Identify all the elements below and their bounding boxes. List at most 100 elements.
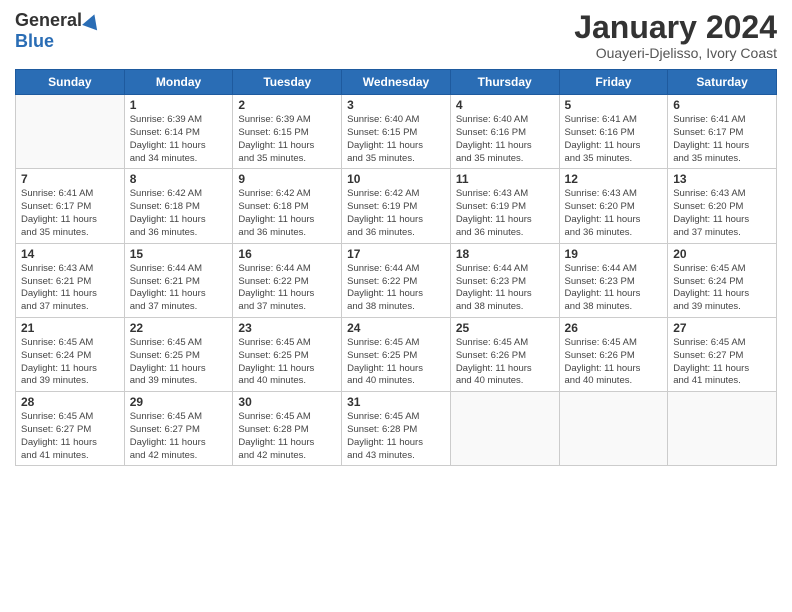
day-info: Sunrise: 6:41 AM Sunset: 6:17 PM Dayligh… — [673, 114, 771, 165]
day-info: Sunrise: 6:45 AM Sunset: 6:27 PM Dayligh… — [673, 337, 771, 388]
day-info: Sunrise: 6:39 AM Sunset: 6:14 PM Dayligh… — [130, 114, 228, 165]
weekday-header-cell: Wednesday — [342, 70, 451, 95]
day-info: Sunrise: 6:41 AM Sunset: 6:16 PM Dayligh… — [565, 114, 663, 165]
date-number: 24 — [347, 321, 445, 335]
day-info: Sunrise: 6:41 AM Sunset: 6:17 PM Dayligh… — [21, 188, 119, 239]
page: General Blue January 2024 Ouayeri-Djelis… — [0, 0, 792, 612]
date-number: 27 — [673, 321, 771, 335]
day-info: Sunrise: 6:45 AM Sunset: 6:25 PM Dayligh… — [238, 337, 336, 388]
subtitle: Ouayeri-Djelisso, Ivory Coast — [574, 45, 777, 61]
date-number: 17 — [347, 247, 445, 261]
calendar-cell: 25 Sunrise: 6:45 AM Sunset: 6:26 PM Dayli… — [450, 317, 559, 391]
calendar-cell: 6 Sunrise: 6:41 AM Sunset: 6:17 PM Daylig… — [668, 95, 777, 169]
calendar-cell: 27 Sunrise: 6:45 AM Sunset: 6:27 PM Dayli… — [668, 317, 777, 391]
calendar-cell: 30 Sunrise: 6:45 AM Sunset: 6:28 PM Dayli… — [233, 392, 342, 466]
weekday-header-cell: Tuesday — [233, 70, 342, 95]
calendar-cell: 17 Sunrise: 6:44 AM Sunset: 6:22 PM Dayli… — [342, 243, 451, 317]
calendar-cell: 28 Sunrise: 6:45 AM Sunset: 6:27 PM Dayli… — [16, 392, 125, 466]
calendar-cell: 5 Sunrise: 6:41 AM Sunset: 6:16 PM Daylig… — [559, 95, 668, 169]
title-section: January 2024 Ouayeri-Djelisso, Ivory Coa… — [574, 10, 777, 61]
day-info: Sunrise: 6:44 AM Sunset: 6:22 PM Dayligh… — [347, 263, 445, 314]
calendar-cell: 4 Sunrise: 6:40 AM Sunset: 6:16 PM Daylig… — [450, 95, 559, 169]
date-number: 2 — [238, 98, 336, 112]
header: General Blue January 2024 Ouayeri-Djelis… — [15, 10, 777, 61]
date-number: 30 — [238, 395, 336, 409]
day-info: Sunrise: 6:44 AM Sunset: 6:23 PM Dayligh… — [565, 263, 663, 314]
weekday-header-cell: Friday — [559, 70, 668, 95]
calendar-cell: 3 Sunrise: 6:40 AM Sunset: 6:15 PM Daylig… — [342, 95, 451, 169]
calendar-cell: 8Sunrise: 6:42 AM Sunset: 6:18 PM Daylig… — [124, 169, 233, 243]
day-info: Sunrise: 6:45 AM Sunset: 6:26 PM Dayligh… — [565, 337, 663, 388]
day-info: Sunrise: 6:42 AM Sunset: 6:18 PM Dayligh… — [238, 188, 336, 239]
calendar-cell: 19 Sunrise: 6:44 AM Sunset: 6:23 PM Dayli… — [559, 243, 668, 317]
calendar-week-row: 28 Sunrise: 6:45 AM Sunset: 6:27 PM Dayli… — [16, 392, 777, 466]
calendar-cell: 11 Sunrise: 6:43 AM Sunset: 6:19 PM Dayli… — [450, 169, 559, 243]
calendar-cell: 9 Sunrise: 6:42 AM Sunset: 6:18 PM Daylig… — [233, 169, 342, 243]
date-number: 13 — [673, 172, 771, 186]
date-number: 15 — [130, 247, 228, 261]
day-info: Sunrise: 6:45 AM Sunset: 6:27 PM Dayligh… — [130, 411, 228, 462]
date-number: 16 — [238, 247, 336, 261]
day-info: Sunrise: 6:45 AM Sunset: 6:27 PM Dayligh… — [21, 411, 119, 462]
date-number: 31 — [347, 395, 445, 409]
calendar-cell: 29 Sunrise: 6:45 AM Sunset: 6:27 PM Dayli… — [124, 392, 233, 466]
date-number: 29 — [130, 395, 228, 409]
day-info: Sunrise: 6:40 AM Sunset: 6:16 PM Dayligh… — [456, 114, 554, 165]
date-number: 6 — [673, 98, 771, 112]
calendar-week-row: 1Sunrise: 6:39 AM Sunset: 6:14 PM Daylig… — [16, 95, 777, 169]
date-number: 22 — [130, 321, 228, 335]
calendar-cell: 15 Sunrise: 6:44 AM Sunset: 6:21 PM Dayli… — [124, 243, 233, 317]
date-number: 25 — [456, 321, 554, 335]
weekday-header-cell: Sunday — [16, 70, 125, 95]
day-info: Sunrise: 6:42 AM Sunset: 6:19 PM Dayligh… — [347, 188, 445, 239]
calendar-cell: 13Sunrise: 6:43 AM Sunset: 6:20 PM Dayli… — [668, 169, 777, 243]
calendar-cell — [16, 95, 125, 169]
day-info: Sunrise: 6:43 AM Sunset: 6:19 PM Dayligh… — [456, 188, 554, 239]
day-info: Sunrise: 6:42 AM Sunset: 6:18 PM Dayligh… — [130, 188, 228, 239]
calendar-cell: 7 Sunrise: 6:41 AM Sunset: 6:17 PM Daylig… — [16, 169, 125, 243]
calendar-cell — [559, 392, 668, 466]
day-info: Sunrise: 6:43 AM Sunset: 6:21 PM Dayligh… — [21, 263, 119, 314]
day-info: Sunrise: 6:45 AM Sunset: 6:25 PM Dayligh… — [347, 337, 445, 388]
logo-triangle-icon — [82, 11, 102, 30]
day-info: Sunrise: 6:45 AM Sunset: 6:28 PM Dayligh… — [238, 411, 336, 462]
day-info: Sunrise: 6:45 AM Sunset: 6:24 PM Dayligh… — [673, 263, 771, 314]
day-info: Sunrise: 6:44 AM Sunset: 6:23 PM Dayligh… — [456, 263, 554, 314]
calendar-cell: 23Sunrise: 6:45 AM Sunset: 6:25 PM Dayli… — [233, 317, 342, 391]
calendar-table: SundayMondayTuesdayWednesdayThursdayFrid… — [15, 69, 777, 466]
date-number: 18 — [456, 247, 554, 261]
date-number: 9 — [238, 172, 336, 186]
day-info: Sunrise: 6:45 AM Sunset: 6:28 PM Dayligh… — [347, 411, 445, 462]
date-number: 5 — [565, 98, 663, 112]
date-number: 20 — [673, 247, 771, 261]
calendar-cell: 16 Sunrise: 6:44 AM Sunset: 6:22 PM Dayli… — [233, 243, 342, 317]
calendar-week-row: 21Sunrise: 6:45 AM Sunset: 6:24 PM Dayli… — [16, 317, 777, 391]
calendar-cell: 2Sunrise: 6:39 AM Sunset: 6:15 PM Daylig… — [233, 95, 342, 169]
weekday-header-row: SundayMondayTuesdayWednesdayThursdayFrid… — [16, 70, 777, 95]
main-title: January 2024 — [574, 10, 777, 45]
weekday-header-cell: Monday — [124, 70, 233, 95]
date-number: 26 — [565, 321, 663, 335]
date-number: 12 — [565, 172, 663, 186]
day-info: Sunrise: 6:44 AM Sunset: 6:21 PM Dayligh… — [130, 263, 228, 314]
date-number: 3 — [347, 98, 445, 112]
day-info: Sunrise: 6:43 AM Sunset: 6:20 PM Dayligh… — [565, 188, 663, 239]
day-info: Sunrise: 6:45 AM Sunset: 6:25 PM Dayligh… — [130, 337, 228, 388]
calendar-week-row: 14Sunrise: 6:43 AM Sunset: 6:21 PM Dayli… — [16, 243, 777, 317]
date-number: 28 — [21, 395, 119, 409]
calendar-cell — [668, 392, 777, 466]
calendar-cell: 18 Sunrise: 6:44 AM Sunset: 6:23 PM Dayli… — [450, 243, 559, 317]
logo: General Blue — [15, 10, 100, 52]
date-number: 11 — [456, 172, 554, 186]
date-number: 4 — [456, 98, 554, 112]
date-number: 7 — [21, 172, 119, 186]
day-info: Sunrise: 6:45 AM Sunset: 6:24 PM Dayligh… — [21, 337, 119, 388]
day-info: Sunrise: 6:40 AM Sunset: 6:15 PM Dayligh… — [347, 114, 445, 165]
calendar-cell: 20 Sunrise: 6:45 AM Sunset: 6:24 PM Dayli… — [668, 243, 777, 317]
day-info: Sunrise: 6:45 AM Sunset: 6:26 PM Dayligh… — [456, 337, 554, 388]
weekday-header-cell: Saturday — [668, 70, 777, 95]
day-info: Sunrise: 6:44 AM Sunset: 6:22 PM Dayligh… — [238, 263, 336, 314]
logo-blue-text: Blue — [15, 31, 54, 52]
calendar-cell: 12 Sunrise: 6:43 AM Sunset: 6:20 PM Dayli… — [559, 169, 668, 243]
date-number: 19 — [565, 247, 663, 261]
